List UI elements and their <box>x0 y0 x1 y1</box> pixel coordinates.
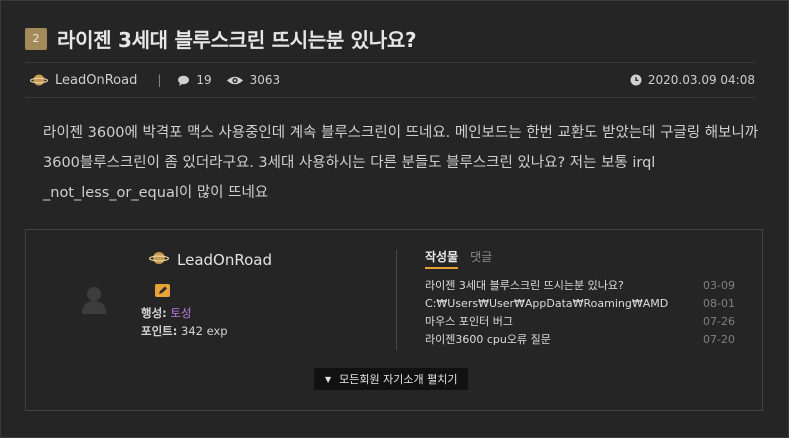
profile-points: 포인트: 342 exp <box>141 323 228 339</box>
points-label: 포인트: <box>141 324 178 338</box>
profile-tabs: 작성물 댓글 <box>425 248 492 269</box>
post-link[interactable]: 라이젠 3세대 블루스크린 뜨시는분 있나요? <box>425 277 624 293</box>
profile-name-row: LeadOnRoad <box>148 250 272 270</box>
post-body: 라이젠 3600에 박격포 맥스 사용중인데 계속 블루스크린이 뜨네요. 메인… <box>43 125 759 201</box>
post-date: 07-20 <box>703 332 735 346</box>
clock-icon <box>630 74 642 86</box>
post-meta: LeadOnRoad | 19 3063 2020.03.09 04:08 <box>25 62 755 98</box>
list-item[interactable]: 라이젠3600 cpu오류 질문 07-20 <box>425 330 735 348</box>
pencil-icon[interactable] <box>155 284 170 297</box>
caret-down-icon: ▼ <box>325 374 332 384</box>
post-date: 03-09 <box>703 278 735 292</box>
behavior-value: 토성 <box>170 306 192 320</box>
points-value: 342 exp <box>181 324 228 338</box>
post-date: 07-26 <box>703 314 735 328</box>
tab-posts[interactable]: 작성물 <box>425 248 459 269</box>
planet-icon <box>148 250 170 270</box>
planet-icon <box>29 73 49 87</box>
meta-separator: | <box>157 73 162 87</box>
post-date: 2020.03.09 04:08 <box>630 73 755 87</box>
post-link[interactable]: C:₩Users₩User₩AppData₩Roaming₩AMD <box>425 297 668 310</box>
view-count: 3063 <box>226 73 281 87</box>
tab-comments[interactable]: 댓글 <box>470 248 492 269</box>
view-count-value: 3063 <box>249 73 281 87</box>
eye-icon <box>226 76 243 84</box>
comment-icon <box>178 75 190 86</box>
list-item[interactable]: C:₩Users₩User₩AppData₩Roaming₩AMD 08-01 <box>425 294 735 312</box>
post-header: 2 라이젠 3세대 블루스크린 뜨시는분 있나요? <box>25 24 417 53</box>
author-profile-card: LeadOnRoad 행성: 토성 포인트: 342 exp 작성물 댓글 라이… <box>25 229 763 411</box>
post-link[interactable]: 라이젠3600 cpu오류 질문 <box>425 331 551 347</box>
recent-posts-list: 라이젠 3세대 블루스크린 뜨시는분 있나요? 03-09 C:₩Users₩U… <box>425 276 735 348</box>
author-link[interactable]: LeadOnRoad <box>55 73 137 88</box>
post-date: 08-01 <box>703 296 735 310</box>
expand-intro-button[interactable]: ▼ 모든회원 자기소개 펼치기 <box>314 368 469 390</box>
post-title: 라이젠 3세대 블루스크린 뜨시는분 있나요? <box>57 28 417 52</box>
comment-count: 19 <box>177 73 212 87</box>
post-date-value: 2020.03.09 04:08 <box>647 73 755 87</box>
list-item[interactable]: 마우스 포인터 버그 07-26 <box>425 312 735 330</box>
profile-behavior: 행성: 토성 <box>141 305 192 321</box>
comment-count-value: 19 <box>196 73 212 87</box>
profile-divider <box>396 250 397 350</box>
behavior-label: 행성: <box>141 306 167 320</box>
avatar <box>82 286 106 318</box>
post-link[interactable]: 마우스 포인터 버그 <box>425 313 513 329</box>
list-item[interactable]: 라이젠 3세대 블루스크린 뜨시는분 있나요? 03-09 <box>425 276 735 294</box>
profile-name[interactable]: LeadOnRoad <box>177 251 272 269</box>
expand-intro-label: 모든회원 자기소개 펼치기 <box>339 373 458 386</box>
post-number-badge: 2 <box>25 27 47 50</box>
